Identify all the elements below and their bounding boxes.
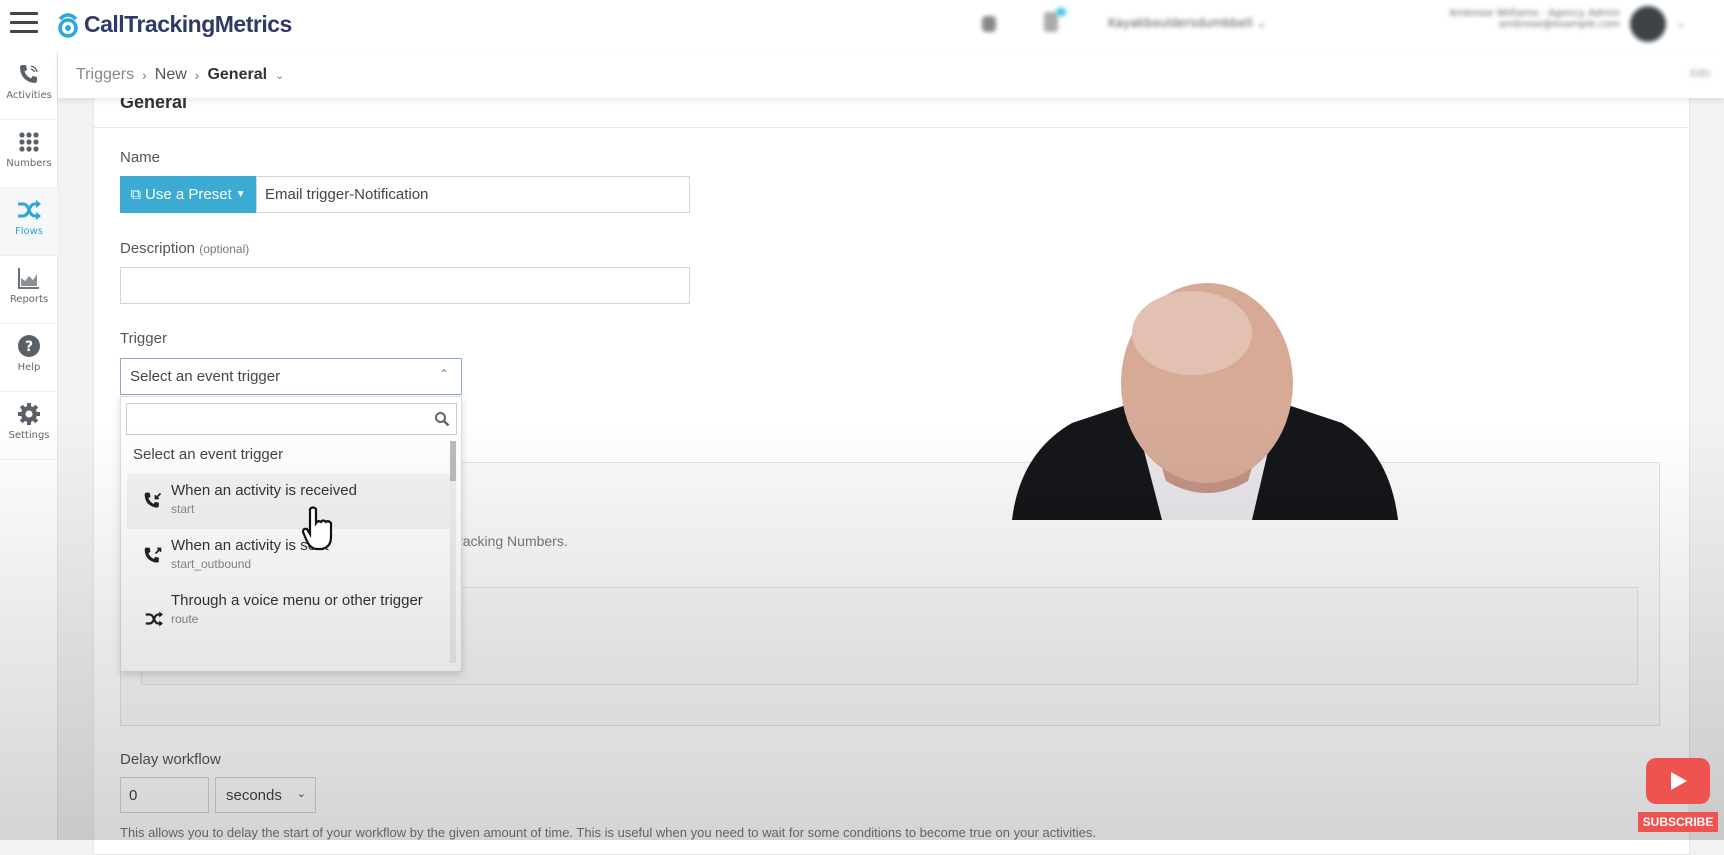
outgoing-call-icon	[144, 547, 162, 563]
account-switcher[interactable]: Kayakbouldersdumbbell ⌄	[1108, 16, 1267, 30]
phone-icon	[20, 65, 38, 83]
chevron-right-icon: ›	[194, 67, 200, 83]
help-icon: ?	[18, 335, 40, 357]
chart-icon	[18, 268, 39, 289]
play-icon	[1671, 772, 1687, 790]
phone-status-icon[interactable]	[982, 16, 996, 32]
chevron-up-icon: ⌃	[438, 367, 449, 381]
grid-icon	[19, 132, 39, 152]
logo-text: CallTrackingMetrics	[84, 10, 292, 37]
avatar[interactable]	[1630, 6, 1666, 42]
trigger-search-input[interactable]	[126, 403, 457, 435]
search-icon	[435, 412, 450, 427]
top-header: CallTrackingMetrics Kayakbouldersdumbbel…	[0, 0, 1724, 52]
delay-unit-value: seconds	[226, 787, 282, 804]
shuffle-icon	[145, 611, 163, 627]
sidebar-item-numbers[interactable]: Numbers	[0, 120, 58, 188]
chevron-down-icon[interactable]: ⌄	[275, 69, 284, 82]
sidebar-item-flows[interactable]: Flows	[0, 188, 58, 256]
option-label: When an activity is received	[171, 482, 357, 499]
sidebar-item-label: Numbers	[6, 158, 52, 169]
description-input[interactable]	[120, 267, 690, 304]
option-code: start_outbound	[171, 557, 252, 571]
notification-badge	[1056, 8, 1066, 16]
dropdown-option-sent[interactable]: When an activity is sent start_outbound	[127, 529, 451, 584]
breadcrumb-triggers[interactable]: Triggers	[76, 66, 134, 84]
sidebar-item-label: Flows	[14, 226, 44, 237]
delay-unit-select[interactable]: seconds ⌄	[215, 777, 316, 813]
logo[interactable]: CallTrackingMetrics	[57, 8, 292, 40]
delay-workflow-label: Delay workflow	[120, 751, 221, 768]
description-label-text: Description	[120, 240, 196, 257]
divider	[93, 127, 1690, 128]
notification-icon[interactable]	[1044, 12, 1058, 32]
preset-label: Use a Preset	[145, 186, 232, 203]
breadcrumb: Triggers › New › General ⌄ Info	[58, 52, 1724, 98]
sidebar-item-label: Reports	[9, 294, 49, 305]
hamburger-menu-icon[interactable]	[10, 12, 38, 34]
dropdown-placeholder-option[interactable]: Select an event trigger	[133, 446, 283, 463]
breadcrumb-new[interactable]: New	[155, 66, 187, 84]
delay-amount-input[interactable]: 0	[120, 777, 209, 813]
dropdown-option-route[interactable]: Through a voice menu or other trigger rou…	[127, 584, 451, 654]
youtube-play-button[interactable]	[1646, 758, 1710, 804]
chevron-right-icon: ›	[142, 67, 147, 83]
description-label: Description (optional)	[120, 240, 249, 257]
sidebar-item-settings[interactable]: Settings	[0, 392, 58, 460]
caret-down-icon: ▼	[235, 189, 246, 200]
trigger-select-value: Select an event trigger	[130, 368, 281, 385]
gear-icon	[18, 403, 40, 425]
sidebar-item-label: Help	[17, 362, 41, 373]
sidebar-item-help[interactable]: ? Help	[0, 324, 58, 392]
sidebar-item-activities[interactable]: Activities	[0, 52, 58, 120]
optional-hint: (optional)	[199, 242, 250, 256]
account-name: Kayakbouldersdumbbell	[1108, 16, 1253, 30]
sidebar-item-label: Settings	[8, 430, 50, 441]
svg-text:?: ?	[25, 339, 33, 355]
breadcrumb-general[interactable]: General	[207, 66, 267, 84]
subscribe-button[interactable]: SUBSCRIBE	[1638, 812, 1718, 832]
sidebar-item-reports[interactable]: Reports	[0, 256, 58, 324]
copy-icon: ⧉	[130, 186, 142, 203]
info-button[interactable]: Info	[1690, 66, 1710, 80]
user-name: Ambrose Williams · Agency Admin	[1448, 8, 1620, 19]
trigger-label: Trigger	[120, 330, 167, 347]
option-code: route	[171, 612, 199, 626]
chevron-down-icon: ⌄	[296, 788, 306, 800]
user-menu-chevron-icon[interactable]: ⌄	[1676, 16, 1686, 30]
tracking-numbers-help: Tracking Numbers.	[450, 533, 568, 549]
webcam-presenter-video	[1012, 283, 1398, 520]
logo-icon	[58, 13, 78, 38]
hand-cursor-icon	[301, 506, 333, 551]
incoming-call-icon	[144, 492, 162, 508]
user-info[interactable]: Ambrose Williams · Agency Admin ambrose@…	[1380, 8, 1620, 30]
delay-help-text: This allows you to delay the start of yo…	[120, 825, 1096, 840]
use-preset-button[interactable]: ⧉ Use a Preset ▼	[120, 176, 256, 213]
name-label: Name	[120, 149, 161, 166]
trigger-dropdown: Select an event trigger When an activity…	[120, 396, 462, 672]
trigger-select[interactable]: Select an event trigger ⌃	[120, 358, 462, 395]
scrollbar-thumb[interactable]	[450, 441, 456, 481]
sidebar: Activities Numbers Flows Reports ? Help …	[0, 52, 58, 840]
sidebar-item-label: Activities	[6, 90, 52, 101]
dropdown-scrollbar[interactable]	[450, 441, 456, 663]
dropdown-option-received[interactable]: When an activity is received start	[127, 474, 451, 529]
shuffle-icon	[18, 200, 41, 220]
name-input[interactable]: Email trigger-Notification	[256, 176, 690, 213]
user-email: ambrose@example.com	[1498, 19, 1620, 30]
option-label: Through a voice menu or other trigger	[171, 592, 423, 609]
